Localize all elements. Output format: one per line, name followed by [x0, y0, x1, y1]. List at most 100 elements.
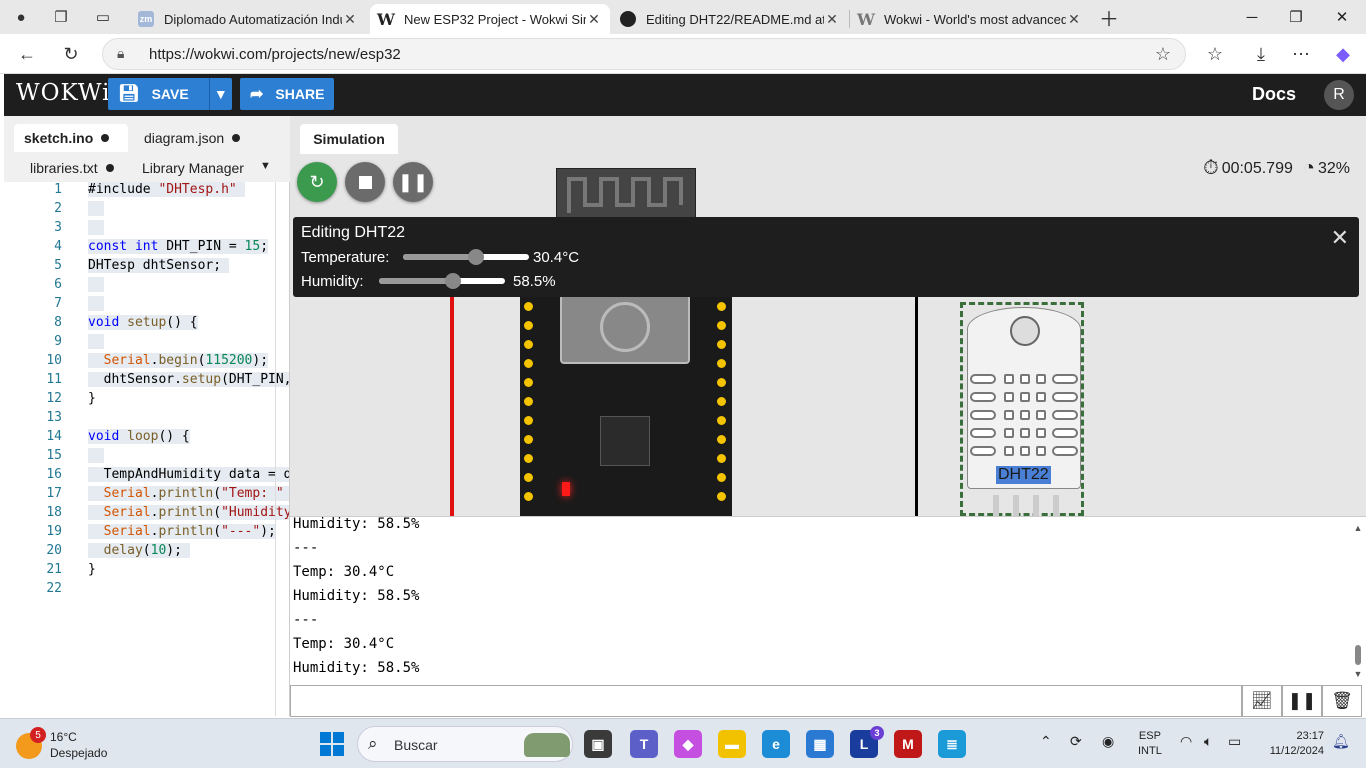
- edge-icon[interactable]: e: [762, 730, 790, 758]
- share-arrow-icon: ➦: [250, 86, 264, 103]
- avatar[interactable]: R: [1324, 80, 1354, 110]
- share-button[interactable]: ➦ SHARE: [240, 78, 334, 110]
- tab-diagram-json[interactable]: diagram.json: [134, 124, 250, 152]
- close-icon[interactable]: ✕: [824, 11, 840, 28]
- more-menu-icon[interactable]: ⋯: [1288, 42, 1314, 66]
- battery-icon[interactable]: ▭: [1228, 733, 1241, 750]
- tab-library-manager[interactable]: Library Manager: [132, 154, 254, 182]
- copilot-taskbar-icon[interactable]: ◆: [674, 730, 702, 758]
- url-field[interactable]: 🔒︎ https://wokwi.com/projects/new/esp32 …: [102, 38, 1186, 70]
- humidity-slider[interactable]: [379, 273, 505, 289]
- esp32-pin: [717, 359, 726, 368]
- profile-icon[interactable]: ●: [10, 6, 32, 28]
- esp32-pin: [524, 321, 533, 330]
- tabs-dropdown-icon[interactable]: ▼: [260, 160, 271, 172]
- close-icon[interactable]: ✕: [342, 11, 358, 28]
- favorite-star-icon[interactable]: ☆: [1155, 44, 1171, 65]
- stop-simulation-button[interactable]: [345, 162, 385, 202]
- browser-tab-diplomado[interactable]: zm Diplomado Automatización Indus ✕: [130, 4, 366, 34]
- line-number: 10: [46, 353, 62, 368]
- code-area[interactable]: 1 #include "DHTesp.h" 2 3 4 const int DHT_…: [4, 182, 289, 716]
- line-number: 5: [54, 258, 62, 273]
- slider-knob[interactable]: [444, 273, 461, 289]
- restore-icon[interactable]: ❐: [1284, 6, 1308, 28]
- network-status-icon[interactable]: ◉: [1102, 733, 1114, 750]
- clear-serial-button[interactable]: 🗑︎: [1322, 685, 1362, 717]
- new-tab-icon[interactable]: ＋: [1098, 6, 1120, 31]
- close-icon[interactable]: ✕: [1331, 225, 1349, 251]
- mountain-icon: [524, 733, 570, 757]
- mcafee-icon[interactable]: M: [894, 730, 922, 758]
- wokwi-logo[interactable]: WOKWi: [16, 80, 110, 106]
- task-view-icon[interactable]: ▣: [584, 730, 612, 758]
- tab-libraries-txt[interactable]: libraries.txt: [20, 154, 124, 182]
- sync-icon[interactable]: ⟳: [1070, 733, 1082, 750]
- file-explorer-icon[interactable]: ▬: [718, 730, 746, 758]
- copilot-icon[interactable]: ◆: [1330, 42, 1356, 66]
- black-wire[interactable]: [915, 294, 918, 516]
- line-number: 16: [46, 467, 62, 482]
- reload-icon[interactable]: ↻: [58, 42, 84, 66]
- plotter-button[interactable]: 📈︎: [1242, 685, 1282, 717]
- start-button[interactable]: [320, 732, 344, 756]
- l-app-icon[interactable]: L3: [850, 726, 884, 758]
- back-arrow-icon[interactable]: ←: [14, 42, 40, 66]
- scroll-down-icon[interactable]: ▼: [1352, 669, 1364, 679]
- restart-simulation-button[interactable]: ↻: [297, 162, 337, 202]
- esp32-pin: [717, 397, 726, 406]
- unsaved-dot: [101, 134, 110, 142]
- close-icon[interactable]: ✕: [586, 11, 602, 28]
- close-icon[interactable]: ✕: [1066, 11, 1082, 28]
- wifi-icon[interactable]: ◠: [1180, 733, 1192, 750]
- dht22-vent: [970, 374, 996, 384]
- editor-scrollbar[interactable]: [275, 182, 276, 716]
- favorites-icon[interactable]: ☆: [1202, 42, 1228, 66]
- tab-sketch-ino[interactable]: sketch.ino: [14, 124, 128, 152]
- minimize-icon[interactable]: ─: [1240, 6, 1264, 28]
- keyboard-layout: INTL: [1138, 745, 1162, 757]
- serial-line: Temp: 30.4°C: [293, 636, 395, 652]
- notepad-icon[interactable]: ≣: [938, 730, 966, 758]
- docs-link[interactable]: Docs: [1252, 84, 1296, 105]
- slider-knob[interactable]: [468, 249, 485, 265]
- store-icon[interactable]: ▦: [806, 730, 834, 758]
- esp32-pin: [717, 321, 726, 330]
- serial-line: Humidity: 58.5%: [293, 516, 420, 532]
- chevron-up-icon[interactable]: ⌃: [1040, 733, 1052, 750]
- teams-icon[interactable]: T: [630, 730, 658, 758]
- browser-tab-github[interactable]: Editing DHT22/README.md at ma ✕: [612, 4, 848, 34]
- workspaces-icon[interactable]: ❐: [50, 6, 72, 28]
- serial-line: Humidity: 58.5%: [293, 660, 420, 676]
- notification-bell-icon[interactable]: 🔔︎: [1332, 733, 1350, 750]
- red-wire[interactable]: [450, 294, 454, 516]
- usb-chip: [600, 416, 650, 466]
- dht22-sensor[interactable]: DHT22: [960, 302, 1084, 516]
- save-button[interactable]: 💾︎ SAVE ▼: [108, 78, 232, 110]
- restart-icon: ↻: [309, 171, 325, 192]
- window-close-icon[interactable]: ✕: [1330, 6, 1354, 28]
- serial-scrollbar[interactable]: ▲ ▼: [1352, 521, 1364, 683]
- tab-simulation[interactable]: Simulation: [300, 124, 398, 154]
- system-clock[interactable]: 23:17 11/12/2024: [1258, 729, 1324, 759]
- input-language[interactable]: ESP INTL: [1138, 729, 1162, 759]
- scroll-thumb[interactable]: [1355, 645, 1361, 665]
- code-line: const int DHT_PIN = 15;: [88, 239, 269, 254]
- wokwi-favicon-icon: W: [377, 9, 395, 29]
- temperature-slider[interactable]: [403, 249, 529, 265]
- part-editor-dialog: Editing DHT22 Temperature: 30.4°C Humidi…: [293, 217, 1359, 297]
- scroll-up-icon[interactable]: ▲: [1352, 523, 1364, 533]
- taskbar-search[interactable]: ⌕ Buscar: [357, 726, 573, 762]
- save-label: SAVE: [151, 86, 189, 102]
- serial-input[interactable]: [290, 685, 1242, 717]
- pause-simulation-button[interactable]: ❚❚: [393, 162, 433, 202]
- chevron-down-icon[interactable]: ▼: [208, 78, 232, 110]
- pause-serial-button[interactable]: ❚❚: [1282, 685, 1322, 717]
- tab-actions-icon[interactable]: ▭: [92, 6, 114, 28]
- esp32-pin: [717, 454, 726, 463]
- downloads-icon[interactable]: ⤓: [1248, 42, 1274, 66]
- dht22-vent: [1004, 410, 1014, 420]
- esp32-pin: [524, 397, 533, 406]
- browser-tab-wokwi-home[interactable]: W Wokwi - World's most advanced E ✕: [850, 4, 1090, 34]
- volume-icon[interactable]: 🔈︎: [1204, 733, 1212, 750]
- browser-tab-wokwi-project[interactable]: W New ESP32 Project - Wokwi Simul ✕: [370, 4, 610, 34]
